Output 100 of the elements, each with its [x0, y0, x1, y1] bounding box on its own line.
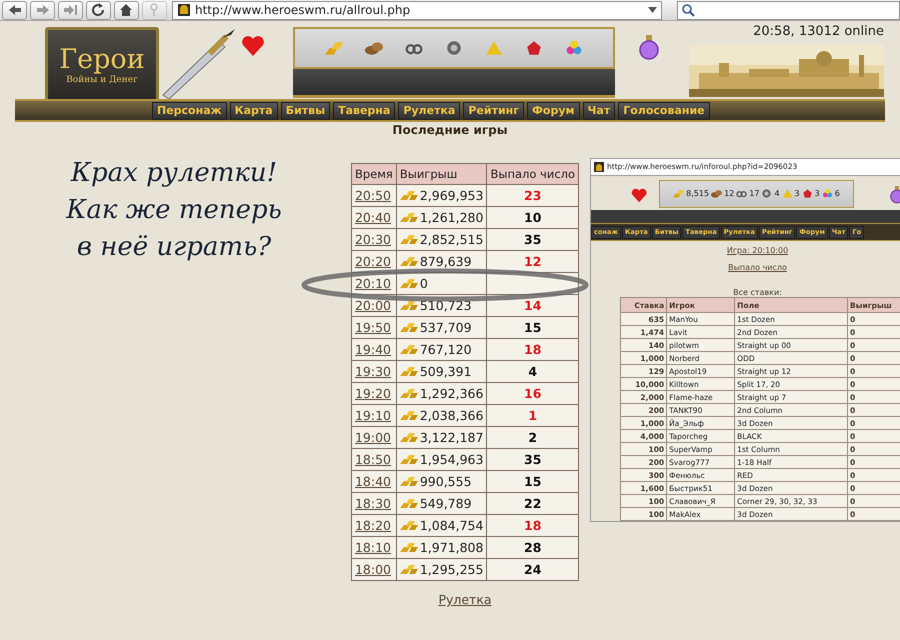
winning-number: 1 — [527, 408, 538, 423]
ingots-icon — [400, 520, 418, 531]
winnings-amount: 1,261,280 — [420, 210, 484, 225]
ingots-icon — [400, 498, 418, 509]
bets-title: Все ставки: — [733, 288, 782, 298]
winnings-amount: 0 — [420, 276, 428, 291]
arrow-left-icon — [7, 3, 22, 17]
home-button[interactable] — [114, 0, 139, 20]
winning-number: 12 — [523, 254, 542, 269]
resource-count: 17 — [749, 189, 760, 198]
column-header: Время — [351, 164, 396, 184]
crystal-icon — [802, 188, 813, 200]
winnings-amount: 2,969,953 — [420, 188, 484, 203]
winning-number: 4 — [527, 364, 538, 379]
winnings-amount: 2,038,366 — [420, 408, 484, 423]
search-icon — [682, 4, 695, 16]
winning-number: 18 — [523, 342, 542, 357]
ingots-icon — [400, 322, 418, 333]
search-field[interactable] — [677, 0, 900, 20]
column-header: Выпало число — [486, 164, 579, 184]
ingots-icon — [400, 454, 418, 465]
page-title: Последние игры — [391, 123, 509, 139]
winnings-amount: 2,852,515 — [420, 232, 484, 247]
resource-count: 3 — [814, 189, 820, 198]
ingots-icon — [400, 366, 418, 377]
ingots-icon — [400, 564, 418, 575]
column-header: Выигрыш — [396, 164, 487, 184]
game-link[interactable]: Игра: 20:10:00 — [726, 246, 788, 256]
online-status: 20:58, 13012 online — [753, 24, 884, 39]
reload-icon — [91, 3, 106, 17]
ingots-icon — [400, 432, 418, 443]
ingots-icon — [673, 188, 684, 200]
winning-number: 16 — [523, 386, 542, 401]
menu-tab[interactable]: Персонаж — [152, 102, 227, 120]
potion-icon — [890, 186, 900, 204]
winning-number: 15 — [523, 320, 542, 335]
menu-tab[interactable]: Рулетка — [398, 102, 460, 120]
menu-tab[interactable]: Рейтинг — [463, 102, 524, 120]
winnings-amount: 879,639 — [420, 254, 472, 269]
ingots-icon — [400, 300, 418, 311]
logs-icon — [711, 188, 722, 200]
gems-icon — [822, 188, 833, 200]
logo-subtitle: Войны и Денег — [66, 75, 138, 85]
winnings-amount: 990,555 — [420, 474, 472, 489]
reload-button[interactable] — [86, 0, 111, 20]
winning-number: 10 — [523, 210, 542, 225]
caret-icon — [648, 7, 657, 13]
ingots-icon — [400, 388, 418, 399]
resource-count: 12 — [724, 189, 734, 198]
winnings-amount: 1,295,255 — [420, 562, 484, 577]
menu-tab[interactable]: Битвы — [280, 102, 330, 120]
winning-number: 15 — [523, 474, 542, 489]
winning-number: 24 — [523, 562, 542, 577]
back-button[interactable] — [2, 0, 27, 20]
ingots-icon — [400, 256, 418, 267]
menu-tab[interactable]: Таверна — [333, 102, 396, 120]
ingots-icon — [400, 278, 418, 289]
roulette-link[interactable]: Рулетка — [438, 592, 492, 607]
pyramid-icon — [485, 39, 503, 57]
result-link[interactable]: Выпало число — [728, 263, 787, 272]
winning-number: 35 — [523, 452, 542, 467]
winnings-amount: 3,122,187 — [420, 430, 484, 445]
menu-tab[interactable]: Чат — [582, 102, 616, 120]
winnings-amount: 1,954,963 — [420, 452, 484, 467]
winning-number: 2 — [527, 430, 538, 445]
heart-icon — [241, 35, 265, 57]
ingots-icon — [400, 190, 418, 201]
resource-count: 6 — [834, 189, 840, 198]
menu-tab[interactable]: Голосование — [618, 102, 710, 120]
menu-tab[interactable]: Карта — [230, 102, 278, 120]
winnings-amount: 509,391 — [420, 364, 472, 379]
potion-icon — [639, 35, 659, 60]
handwritten-note: Крах рулетки! — [70, 157, 278, 190]
winnings-amount: 510,723 — [420, 298, 472, 313]
ingots-icon — [400, 212, 418, 223]
heart-icon — [631, 188, 647, 203]
winning-number: 14 — [523, 298, 542, 313]
winnings-amount: 767,120 — [420, 342, 472, 357]
house-icon — [119, 3, 134, 17]
winning-number: 18 — [523, 518, 542, 533]
ingots-icon — [400, 344, 418, 355]
pyramid-icon — [782, 188, 793, 200]
resource-count: 3 — [794, 189, 800, 198]
arrow-right-icon — [35, 3, 50, 17]
address-field[interactable]: http://www.heroeswm.ru/allroul.php — [172, 0, 662, 20]
resource-count: 4 — [774, 189, 780, 198]
skip-arrow-icon — [63, 3, 78, 17]
ingots-icon — [400, 542, 418, 553]
handwritten-note: в неё играть? — [76, 231, 272, 264]
winning-number: 22 — [523, 496, 542, 511]
ingots-icon — [400, 476, 418, 487]
winnings-amount: 537,709 — [420, 320, 472, 335]
resource-count: 8,515 — [686, 189, 710, 198]
winning-number: 23 — [523, 188, 542, 203]
logo-title: Герои — [59, 45, 145, 75]
ingots-icon — [400, 410, 418, 421]
rings-icon — [736, 188, 748, 200]
winnings-amount: 549,789 — [420, 496, 472, 511]
menu-tab[interactable]: Форум — [527, 102, 580, 120]
winnings-amount: 1,292,366 — [420, 386, 484, 401]
